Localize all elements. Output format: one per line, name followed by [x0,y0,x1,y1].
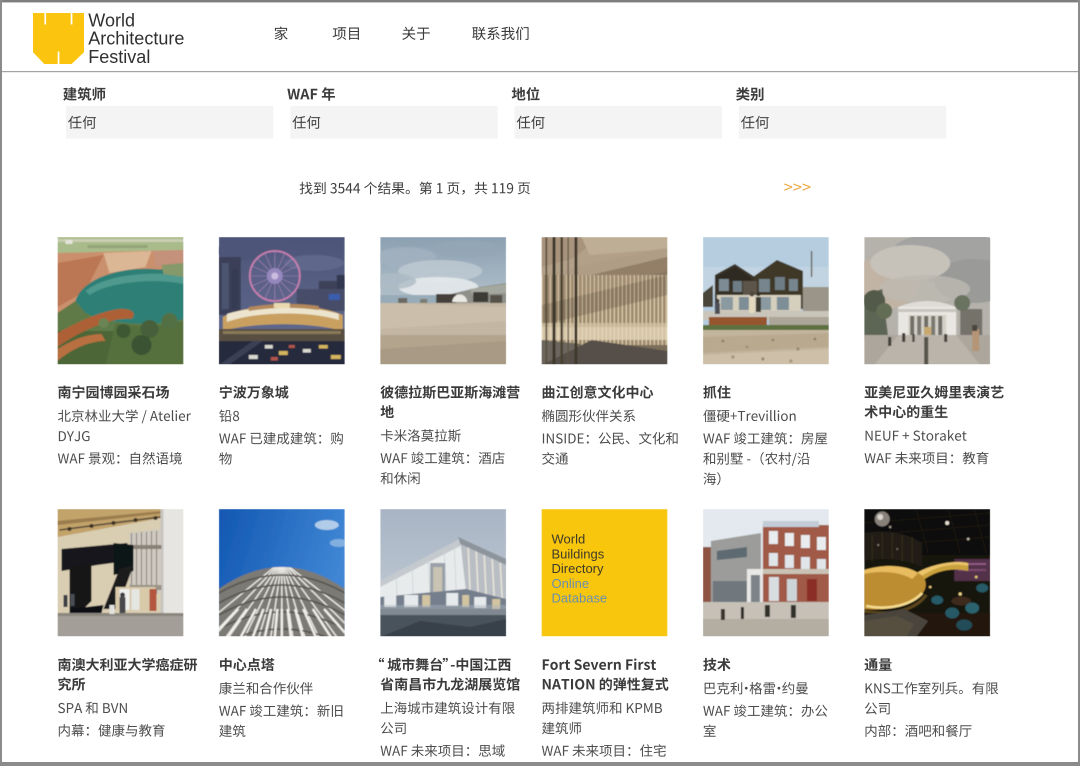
svg-text:Festival: Festival [88,47,150,67]
svg-text:Buildings: Buildings [552,546,605,561]
svg-text:World: World [552,532,586,547]
svg-text:World: World [88,10,135,30]
svg-text:Database: Database [552,591,608,606]
svg-text:Directory: Directory [552,561,605,576]
svg-text:Architecture: Architecture [88,29,184,49]
svg-text:Online: Online [552,576,590,591]
